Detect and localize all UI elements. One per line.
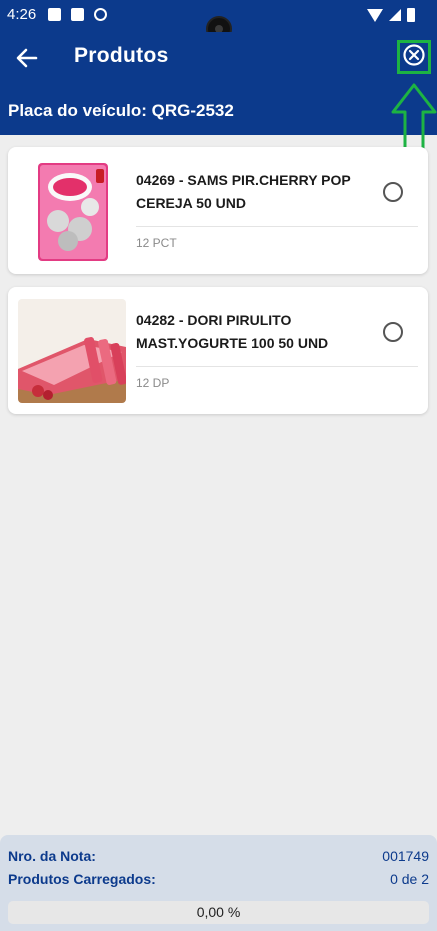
product-select-radio[interactable] — [383, 182, 403, 202]
arrow-left-icon[interactable] — [14, 45, 40, 71]
signal-icon — [389, 9, 401, 21]
product-image — [18, 299, 126, 403]
progress-text: 0,00 % — [196, 904, 241, 920]
sd-card-icon — [71, 8, 84, 21]
wifi-icon — [367, 8, 383, 22]
annotation-up-arrow-icon — [391, 83, 437, 152]
notification-a-icon — [48, 8, 61, 21]
summary-footer: Nro. da Nota: 001749 Produtos Carregados… — [0, 835, 437, 931]
close-circle-icon — [402, 43, 426, 71]
product-card[interactable]: 04282 - DORI PIRULITO MAST.YOGURTE 100 5… — [8, 287, 428, 414]
invoice-value: 001749 — [382, 848, 429, 864]
product-card[interactable]: 04269 - SAMS PIR.CHERRY POP CEREJA 50 UN… — [8, 147, 428, 274]
loaded-products-row: Produtos Carregados: 0 de 2 — [8, 871, 429, 887]
product-select-radio[interactable] — [383, 322, 403, 342]
page-title: Produtos — [74, 44, 169, 67]
status-bar: 4:26 — [0, 0, 437, 42]
battery-icon — [407, 8, 415, 22]
product-image — [18, 159, 126, 263]
invoice-row: Nro. da Nota: 001749 — [8, 848, 429, 864]
product-name: 04282 - DORI PIRULITO MAST.YOGURTE 100 5… — [136, 312, 329, 351]
plate-label: Placa do veículo: — [8, 101, 147, 120]
system-icons — [367, 8, 415, 22]
product-quantity: 12 DP — [136, 376, 170, 390]
divider — [136, 226, 418, 227]
divider — [136, 366, 418, 367]
close-button[interactable] — [397, 40, 431, 74]
vehicle-plate: Placa do veículo: QRG-2532 — [8, 101, 234, 121]
invoice-label: Nro. da Nota: — [8, 848, 96, 864]
status-time: 4:26 — [7, 6, 37, 23]
product-quantity: 12 PCT — [136, 236, 177, 250]
progress-bar: 0,00 % — [8, 901, 429, 924]
loaded-products-label: Produtos Carregados: — [8, 871, 156, 887]
sync-icon — [94, 8, 107, 21]
plate-value: QRG-2532 — [151, 101, 234, 120]
loaded-products-value: 0 de 2 — [390, 871, 429, 887]
product-name: 04269 - SAMS PIR.CHERRY POP CEREJA 50 UN… — [136, 172, 351, 211]
app-bar: Produtos Placa do veículo: QRG-2532 — [0, 32, 437, 135]
notification-icons — [48, 8, 107, 21]
